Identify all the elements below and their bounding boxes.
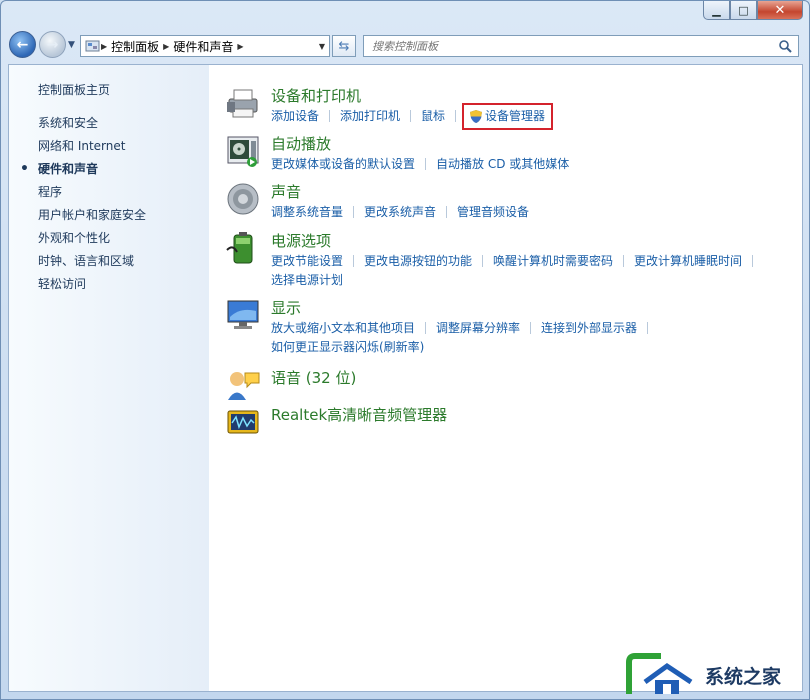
divider	[329, 110, 331, 122]
change-power-saving-link[interactable]: 更改节能设置	[271, 252, 343, 271]
category-title[interactable]: 显示	[271, 297, 791, 319]
divider	[425, 158, 427, 170]
back-button[interactable]: ←	[9, 31, 36, 58]
mouse-link[interactable]: 鼠标	[421, 107, 445, 126]
control-panel-window: ▁ □ ✕ ← → ▼ ▶ 控制面板 ▶ 硬件和声音 ▶ ▼ ⇆ 控制面板主页 …	[0, 0, 810, 700]
divider	[647, 322, 649, 334]
choose-power-plan-link[interactable]: 选择电源计划	[271, 271, 343, 290]
category-title[interactable]: Realtek高清晰音频管理器	[271, 404, 447, 426]
fix-flicker-link[interactable]: 如何更正显示器闪烁(刷新率)	[271, 338, 424, 357]
watermark: 系统之家	[621, 649, 810, 700]
sidebar-list: 系统和安全 网络和 Internet 硬件和声音 程序 用户帐户和家庭安全 外观…	[20, 112, 146, 296]
breadcrumb-separator[interactable]: ▶	[101, 42, 107, 51]
address-bar[interactable]: ▶ 控制面板 ▶ 硬件和声音 ▶ ▼	[80, 35, 330, 57]
watermark-text: 系统之家	[705, 665, 782, 688]
sidebar-item-user-accounts[interactable]: 用户帐户和家庭安全	[38, 204, 146, 227]
category-speech: 语音 (32 位)	[225, 367, 356, 403]
breadcrumb-separator[interactable]: ▶	[237, 42, 243, 51]
search-input[interactable]	[372, 39, 762, 53]
content-area: 控制面板主页 系统和安全 网络和 Internet 硬件和声音 程序 用户帐户和…	[8, 64, 803, 692]
add-printer-link[interactable]: 添加打印机	[340, 107, 400, 126]
address-dropdown-icon[interactable]: ▼	[319, 42, 325, 51]
recent-pages-dropdown[interactable]: ▼	[68, 40, 75, 50]
maximize-button[interactable]: □	[730, 1, 757, 20]
category-title[interactable]: 语音 (32 位)	[271, 367, 356, 389]
category-links: 放大或缩小文本和其他项目 调整屏幕分辨率 连接到外部显示器 如何更正显示器闪烁(…	[271, 319, 791, 357]
speaker-icon[interactable]	[225, 181, 261, 217]
house-logo-icon	[626, 653, 693, 694]
sidebar-item-hardware-sound[interactable]: 硬件和声音	[20, 158, 146, 181]
breadcrumb-control-panel[interactable]: 控制面板	[111, 38, 159, 55]
divider	[482, 255, 484, 267]
search-icon[interactable]	[778, 39, 792, 53]
connect-external-display-link[interactable]: 连接到外部显示器	[541, 319, 637, 338]
device-manager-label: 设备管理器	[485, 109, 546, 123]
refresh-button[interactable]: ⇆	[332, 35, 356, 57]
minimize-button[interactable]: ▁	[703, 1, 730, 20]
category-title[interactable]: 声音	[271, 181, 791, 203]
category-links: 添加设备 添加打印机 鼠标 设备管理器	[271, 103, 791, 130]
sidebar: 控制面板主页 系统和安全 网络和 Internet 硬件和声音 程序 用户帐户和…	[9, 65, 209, 691]
sidebar-item-appearance[interactable]: 外观和个性化	[38, 227, 146, 250]
sidebar-item-network-internet[interactable]: 网络和 Internet	[38, 135, 146, 158]
category-links: 更改媒体或设备的默认设置 自动播放 CD 或其他媒体	[271, 155, 791, 174]
category-links: 更改节能设置 更改电源按钮的功能 唤醒计算机时需要密码 更改计算机睡眠时间 选择…	[271, 252, 791, 290]
sidebar-item-clock-language[interactable]: 时钟、语言和区域	[38, 250, 146, 273]
change-media-defaults-link[interactable]: 更改媒体或设备的默认设置	[271, 155, 415, 174]
zoom-text-link[interactable]: 放大或缩小文本和其他项目	[271, 319, 415, 338]
search-box[interactable]	[363, 35, 799, 57]
refresh-icon: ⇆	[338, 38, 350, 54]
divider	[425, 322, 427, 334]
arrow-left-icon: ←	[16, 36, 29, 53]
adjust-volume-link[interactable]: 调整系统音量	[271, 203, 343, 222]
caption-buttons: ▁ □ ✕	[703, 1, 803, 21]
category-title[interactable]: 自动播放	[271, 133, 791, 155]
category-realtek-audio: Realtek高清晰音频管理器	[225, 404, 447, 440]
divider	[353, 206, 355, 218]
breadcrumb-separator[interactable]: ▶	[163, 42, 169, 51]
wake-password-link[interactable]: 唤醒计算机时需要密码	[493, 252, 613, 271]
divider	[446, 206, 448, 218]
divider	[623, 255, 625, 267]
audio-manager-icon[interactable]	[225, 404, 261, 440]
printer-icon[interactable]	[225, 85, 261, 121]
autoplay-cd-link[interactable]: 自动播放 CD 或其他媒体	[436, 155, 569, 174]
category-links: 调整系统音量 更改系统声音 管理音频设备	[271, 203, 791, 222]
sidebar-item-ease-of-access[interactable]: 轻松访问	[38, 273, 146, 296]
device-manager-link[interactable]: 设备管理器	[462, 103, 554, 130]
arrow-right-icon: →	[46, 36, 59, 53]
forward-button[interactable]: →	[39, 31, 66, 58]
close-button[interactable]: ✕	[757, 1, 803, 20]
category-title[interactable]: 电源选项	[271, 230, 791, 252]
divider	[410, 110, 412, 122]
add-device-link[interactable]: 添加设备	[271, 107, 319, 126]
divider	[530, 322, 532, 334]
speech-icon[interactable]	[225, 367, 261, 403]
category-sound: 声音 调整系统音量 更改系统声音 管理音频设备	[225, 181, 791, 222]
change-sleep-time-link[interactable]: 更改计算机睡眠时间	[634, 252, 742, 271]
manage-audio-devices-link[interactable]: 管理音频设备	[457, 203, 529, 222]
control-panel-icon	[85, 40, 100, 52]
sidebar-item-programs[interactable]: 程序	[38, 181, 146, 204]
category-autoplay: 自动播放 更改媒体或设备的默认设置 自动播放 CD 或其他媒体	[225, 133, 791, 174]
category-display: 显示 放大或缩小文本和其他项目 调整屏幕分辨率 连接到外部显示器 如何更正显示器…	[225, 297, 791, 357]
power-button-function-link[interactable]: 更改电源按钮的功能	[364, 252, 472, 271]
sidebar-item-system-security[interactable]: 系统和安全	[38, 112, 146, 135]
monitor-icon[interactable]	[225, 297, 261, 333]
sidebar-home-link[interactable]: 控制面板主页	[38, 81, 110, 98]
divider	[353, 255, 355, 267]
category-title[interactable]: 设备和打印机	[271, 85, 791, 107]
adjust-resolution-link[interactable]: 调整屏幕分辨率	[436, 319, 520, 338]
category-power-options: 电源选项 更改节能设置 更改电源按钮的功能 唤醒计算机时需要密码 更改计算机睡眠…	[225, 230, 791, 290]
uac-shield-icon	[470, 110, 483, 123]
divider	[752, 255, 754, 267]
divider	[455, 110, 457, 122]
category-devices-printers: 设备和打印机 添加设备 添加打印机 鼠标 设备管理器	[225, 85, 791, 130]
breadcrumb-hardware-sound[interactable]: 硬件和声音	[173, 38, 233, 55]
change-sounds-link[interactable]: 更改系统声音	[364, 203, 436, 222]
battery-icon[interactable]	[225, 230, 261, 266]
autoplay-icon[interactable]	[225, 133, 261, 169]
navigation-buttons: ← → ▼	[9, 31, 75, 58]
